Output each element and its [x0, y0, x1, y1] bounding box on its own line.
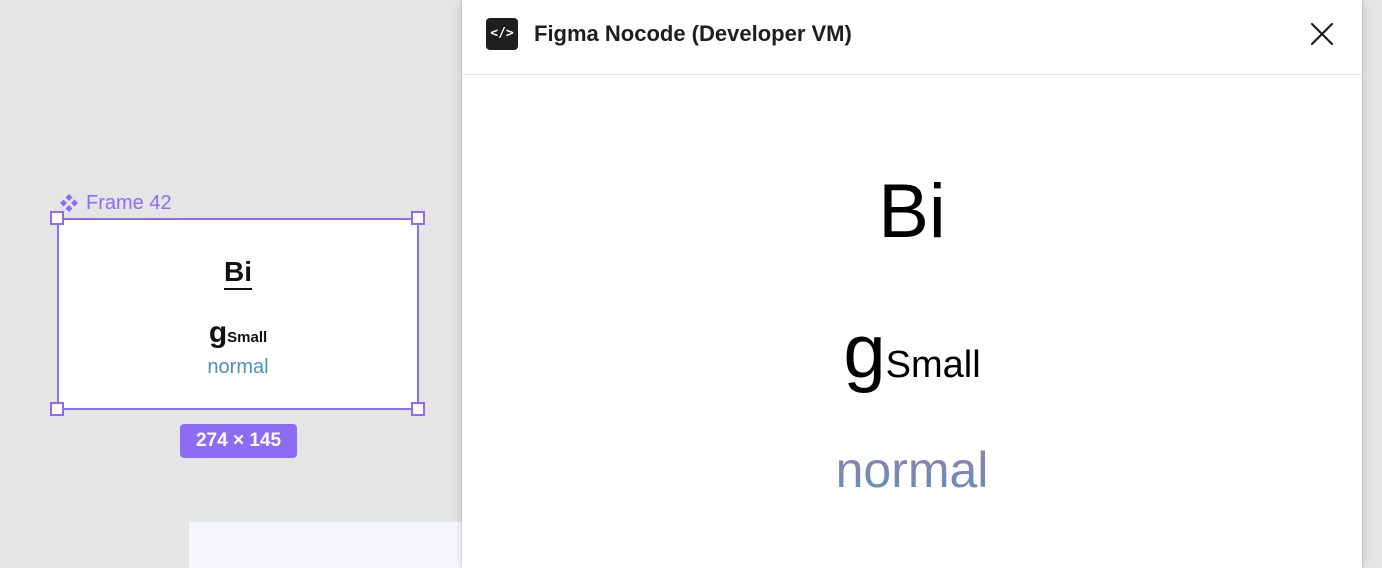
- plugin-window: </> Figma Nocode (Developer VM) Bi gSmal…: [462, 0, 1362, 568]
- preview-text-normal: normal: [835, 442, 989, 498]
- bottom-panel: [189, 522, 489, 568]
- frame-text-small: Small: [227, 329, 268, 346]
- plugin-preview: Bi gSmall normal: [462, 76, 1362, 568]
- frame-name: Frame 42: [86, 192, 172, 214]
- resize-handle-top-right[interactable]: [411, 211, 425, 225]
- resize-handle-bottom-left[interactable]: [50, 402, 64, 416]
- dimensions-badge: 274 × 145: [180, 424, 297, 458]
- frame-text-normal: normal: [207, 356, 269, 378]
- code-icon: </>: [486, 18, 518, 50]
- frame-42[interactable]: Bi gSmall normal: [57, 218, 419, 410]
- close-icon[interactable]: [1306, 18, 1338, 50]
- preview-text-g-small: gSmall: [462, 312, 1362, 413]
- frame-label[interactable]: Frame 42: [58, 190, 172, 216]
- frame-text-bi: Bi: [59, 256, 417, 290]
- resize-handle-top-left[interactable]: [50, 211, 64, 225]
- resize-handle-bottom-right[interactable]: [411, 402, 425, 416]
- preview-text-small: Small: [885, 344, 981, 386]
- preview-text-bi: Bi: [878, 169, 946, 254]
- frame-text-g-small: gSmall: [59, 316, 417, 350]
- plugin-header[interactable]: </> Figma Nocode (Developer VM): [462, 0, 1362, 75]
- frame-text-g: g: [208, 316, 228, 349]
- preview-text-g: g: [843, 309, 886, 394]
- plugin-title: Figma Nocode (Developer VM): [534, 21, 852, 46]
